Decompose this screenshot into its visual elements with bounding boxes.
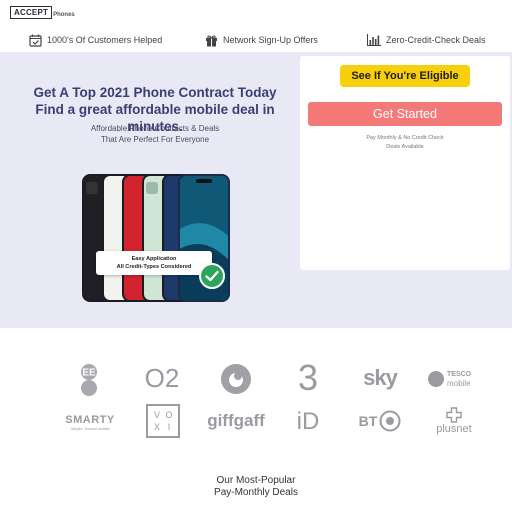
voxi-letter-i: I — [167, 422, 171, 432]
bt-logo[interactable]: BT — [356, 408, 404, 434]
eligibility-card: See If You're Eligible Get Started Pay M… — [300, 56, 510, 270]
plusnet-logo[interactable]: plusnet — [428, 404, 480, 438]
feature-credit: Zero-Credit-Check Deals — [367, 30, 486, 50]
logo-main-text: ACCEPT — [10, 6, 53, 19]
id-mobile-logo[interactable]: iD — [290, 406, 326, 438]
logo-sub-text: Phones — [53, 12, 75, 18]
tesco-mobile-logo[interactable]: TESCO mobile — [428, 366, 480, 392]
popular-deals-heading: Our Most-Popular Pay-Monthly Deals — [0, 475, 512, 499]
camera-icon — [146, 182, 158, 194]
voxi-letter-o: O — [165, 410, 173, 420]
ee-logo[interactable]: EE — [74, 362, 104, 398]
voxi-letter-v: V — [153, 410, 160, 420]
o2-logo[interactable]: O2 — [144, 360, 180, 396]
sky-logo-text: sky — [363, 365, 398, 390]
popular-heading-line2: Pay-Monthly Deals — [214, 487, 298, 498]
card-note-line2: Deals Available — [386, 144, 424, 150]
plusnet-plus-icon — [446, 407, 462, 423]
id-logo-text: iD — [296, 408, 320, 435]
see-if-eligible-banner: See If You're Eligible — [340, 65, 470, 87]
card-note-line1: Pay Monthly & No Credit Check — [366, 135, 444, 141]
tesco-logo-line1: TESCO — [447, 371, 472, 378]
three-logo-text: 3 — [297, 357, 319, 398]
bar-chart-icon — [367, 33, 381, 47]
badge-line1: Easy Application — [131, 256, 177, 262]
checkmark-icon — [199, 263, 225, 289]
hero-section: Get A Top 2021 Phone Contract Today Find… — [0, 52, 512, 328]
hero-subtitle: Affordable Phone Contracts & Deals That … — [10, 123, 300, 145]
gift-icon — [204, 33, 218, 47]
hero-title-line1: Get A Top 2021 Phone Contract Today — [33, 85, 277, 100]
camera-icon — [86, 182, 98, 194]
hero-subtitle-line2: That Are Perfect For Everyone — [100, 135, 210, 144]
sky-logo[interactable]: sky — [358, 362, 402, 394]
accept-phones-logo[interactable]: ACCEPT Phones — [10, 6, 75, 19]
feature-credit-label: Zero-Credit-Check Deals — [386, 35, 486, 45]
card-note: Pay Monthly & No Credit Check Deals Avai… — [320, 134, 490, 152]
giffgaff-logo[interactable]: giffgaff — [204, 408, 268, 434]
get-started-button[interactable]: Get Started — [308, 102, 502, 126]
smarty-tagline: Simple, honest mobile — [70, 425, 110, 431]
tesco-icon — [428, 371, 444, 387]
tesco-logo-line2: mobile — [447, 379, 471, 388]
feature-offers-label: Network Sign-Up Offers — [223, 35, 318, 45]
voxi-letter-x: X — [153, 422, 160, 432]
three-logo[interactable]: 3 — [290, 357, 326, 398]
smarty-logo[interactable]: SMARTY Simple, honest mobile — [62, 410, 118, 434]
easy-application-badge: Easy Application All Credit-Types Consid… — [96, 251, 212, 275]
voxi-logo[interactable]: V O X I — [146, 404, 180, 438]
bt-globe-icon — [379, 410, 401, 432]
calendar-check-icon — [28, 33, 42, 47]
feature-customers: 1000's Of Customers Helped — [28, 30, 162, 50]
popular-heading-line1: Our Most-Popular — [216, 475, 296, 486]
badge-line2: All Credit-Types Considered — [116, 264, 192, 270]
feature-customers-label: 1000's Of Customers Helped — [47, 35, 163, 45]
feature-offers: Network Sign-Up Offers — [204, 30, 318, 50]
giffgaff-logo-text: giffgaff — [207, 411, 265, 430]
network-logos: EE O2 3 sky TESCO mobile SMARTY Simple, … — [0, 348, 512, 448]
bt-logo-text: BT — [358, 413, 378, 429]
plusnet-logo-text: plusnet — [436, 423, 472, 435]
ee-logo-letter-top: EE — [82, 368, 96, 379]
o2-logo-text: O2 — [144, 362, 180, 393]
feature-bar: 1000's Of Customers Helped Network Sign-… — [0, 30, 512, 50]
hero-subtitle-line1: Affordable Phone Contracts & Deals — [90, 124, 220, 133]
site-header: ACCEPT Phones — [0, 0, 512, 26]
smarty-logo-text: SMARTY — [65, 413, 115, 426]
vodafone-logo[interactable] — [218, 362, 254, 396]
